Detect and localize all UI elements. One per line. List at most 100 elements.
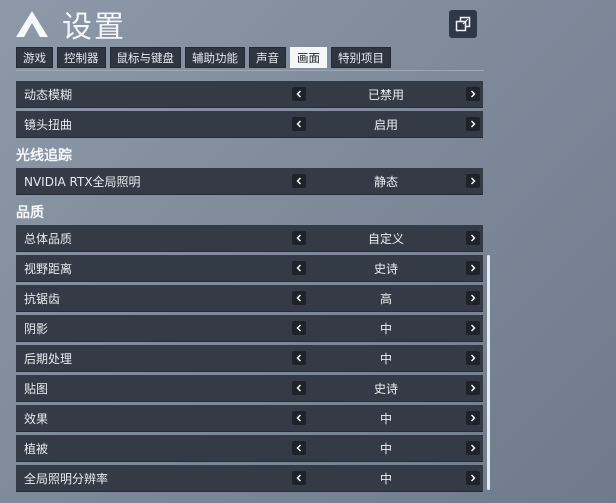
- prev-option-button[interactable]: [292, 87, 306, 101]
- tab-graphics[interactable]: 画面: [290, 47, 327, 68]
- setting-row-view-distance[interactable]: 视野距离 史诗: [16, 255, 483, 282]
- setting-row-effects[interactable]: 效果 中: [16, 405, 483, 432]
- setting-label: 阴影: [24, 321, 49, 336]
- chevron-right-icon: [471, 324, 476, 332]
- window-restore-button[interactable]: [449, 10, 477, 38]
- tab-mouse-keyboard[interactable]: 鼠标与键盘: [109, 47, 181, 68]
- next-option-button[interactable]: [466, 381, 480, 395]
- next-option-button[interactable]: [466, 87, 480, 101]
- chevron-right-icon: [471, 234, 476, 242]
- setting-label: 总体品质: [24, 231, 73, 246]
- setting-value: 中: [379, 441, 392, 456]
- prev-option-button[interactable]: [292, 231, 306, 245]
- setting-row-textures[interactable]: 贴图 史诗: [16, 375, 483, 402]
- chevron-right-icon: [471, 90, 476, 98]
- setting-row-overall-quality[interactable]: 总体品质 自定义: [16, 225, 483, 252]
- next-option-button[interactable]: [466, 321, 480, 335]
- tab-special[interactable]: 特别项目: [331, 47, 391, 68]
- setting-row-lens-distortion[interactable]: 镜头扭曲 启用: [16, 111, 483, 138]
- setting-row-shadows[interactable]: 阴影 中: [16, 315, 483, 342]
- chevron-left-icon: [296, 384, 301, 392]
- next-option-button[interactable]: [466, 117, 480, 131]
- setting-value: 中: [379, 351, 392, 366]
- prev-option-button[interactable]: [292, 174, 306, 188]
- chevron-left-icon: [296, 264, 301, 272]
- setting-label: 动态模糊: [24, 87, 73, 102]
- section-title-raytracing: 光线追踪: [16, 148, 72, 164]
- setting-label: 全局照明分辨率: [24, 471, 109, 486]
- chevron-left-icon: [296, 444, 301, 452]
- logo-icon: [16, 11, 48, 37]
- setting-label: 后期处理: [24, 351, 73, 366]
- setting-row-foliage[interactable]: 植被 中: [16, 435, 483, 462]
- setting-value: 高: [379, 291, 392, 306]
- setting-row-rtx-gi[interactable]: NVIDIA RTX全局照明 静态: [16, 168, 483, 195]
- next-option-button[interactable]: [466, 441, 480, 455]
- window-restore-icon: [455, 16, 471, 32]
- page-title: 设置: [62, 10, 126, 45]
- prev-option-button[interactable]: [292, 321, 306, 335]
- next-option-button[interactable]: [466, 291, 480, 305]
- section-title-quality: 品质: [16, 205, 44, 221]
- prev-option-button[interactable]: [292, 471, 306, 485]
- scrollbar[interactable]: [487, 255, 490, 490]
- setting-value: 中: [379, 411, 392, 426]
- next-option-button[interactable]: [466, 411, 480, 425]
- setting-label: NVIDIA RTX全局照明: [24, 174, 141, 189]
- prev-option-button[interactable]: [292, 261, 306, 275]
- next-option-button[interactable]: [466, 261, 480, 275]
- tab-controller[interactable]: 控制器: [57, 47, 106, 68]
- tab-game[interactable]: 游戏: [16, 47, 53, 68]
- chevron-right-icon: [471, 444, 476, 452]
- chevron-left-icon: [296, 474, 301, 482]
- chevron-right-icon: [471, 120, 476, 128]
- tab-divider: [16, 70, 484, 71]
- setting-label: 视野距离: [24, 261, 73, 276]
- chevron-right-icon: [471, 177, 476, 185]
- setting-value: 中: [379, 321, 392, 336]
- setting-row-anti-aliasing[interactable]: 抗锯齿 高: [16, 285, 483, 312]
- prev-option-button[interactable]: [292, 351, 306, 365]
- chevron-right-icon: [471, 414, 476, 422]
- setting-value: 中: [379, 471, 392, 486]
- tab-accessibility[interactable]: 辅助功能: [185, 47, 245, 68]
- setting-label: 镜头扭曲: [24, 117, 73, 132]
- setting-label: 效果: [24, 411, 49, 426]
- header: 设置: [0, 0, 616, 80]
- setting-value: 自定义: [367, 231, 404, 246]
- setting-value: 已禁用: [367, 87, 404, 102]
- chevron-right-icon: [471, 264, 476, 272]
- chevron-left-icon: [296, 294, 301, 302]
- chevron-right-icon: [471, 354, 476, 362]
- setting-row-motion-blur[interactable]: 动态模糊 已禁用: [16, 81, 483, 108]
- chevron-left-icon: [296, 354, 301, 362]
- next-option-button[interactable]: [466, 471, 480, 485]
- chevron-left-icon: [296, 90, 301, 98]
- setting-value: 静态: [373, 174, 398, 189]
- setting-row-gi-resolution[interactable]: 全局照明分辨率 中: [16, 465, 483, 492]
- chevron-left-icon: [296, 177, 301, 185]
- prev-option-button[interactable]: [292, 381, 306, 395]
- setting-label: 植被: [24, 441, 49, 456]
- tab-audio[interactable]: 声音: [249, 47, 286, 68]
- tab-bar: 游戏 控制器 鼠标与键盘 辅助功能 声音 画面 特别项目: [16, 47, 391, 68]
- prev-option-button[interactable]: [292, 411, 306, 425]
- chevron-right-icon: [471, 384, 476, 392]
- chevron-left-icon: [296, 120, 301, 128]
- chevron-left-icon: [296, 234, 301, 242]
- prev-option-button[interactable]: [292, 291, 306, 305]
- setting-label: 贴图: [24, 381, 49, 396]
- setting-label: 抗锯齿: [24, 291, 61, 306]
- setting-value: 史诗: [373, 381, 398, 396]
- chevron-right-icon: [471, 474, 476, 482]
- setting-row-post-processing[interactable]: 后期处理 中: [16, 345, 483, 372]
- next-option-button[interactable]: [466, 351, 480, 365]
- chevron-left-icon: [296, 414, 301, 422]
- chevron-left-icon: [296, 324, 301, 332]
- prev-option-button[interactable]: [292, 117, 306, 131]
- prev-option-button[interactable]: [292, 441, 306, 455]
- next-option-button[interactable]: [466, 174, 480, 188]
- next-option-button[interactable]: [466, 231, 480, 245]
- setting-value: 史诗: [373, 261, 398, 276]
- chevron-right-icon: [471, 294, 476, 302]
